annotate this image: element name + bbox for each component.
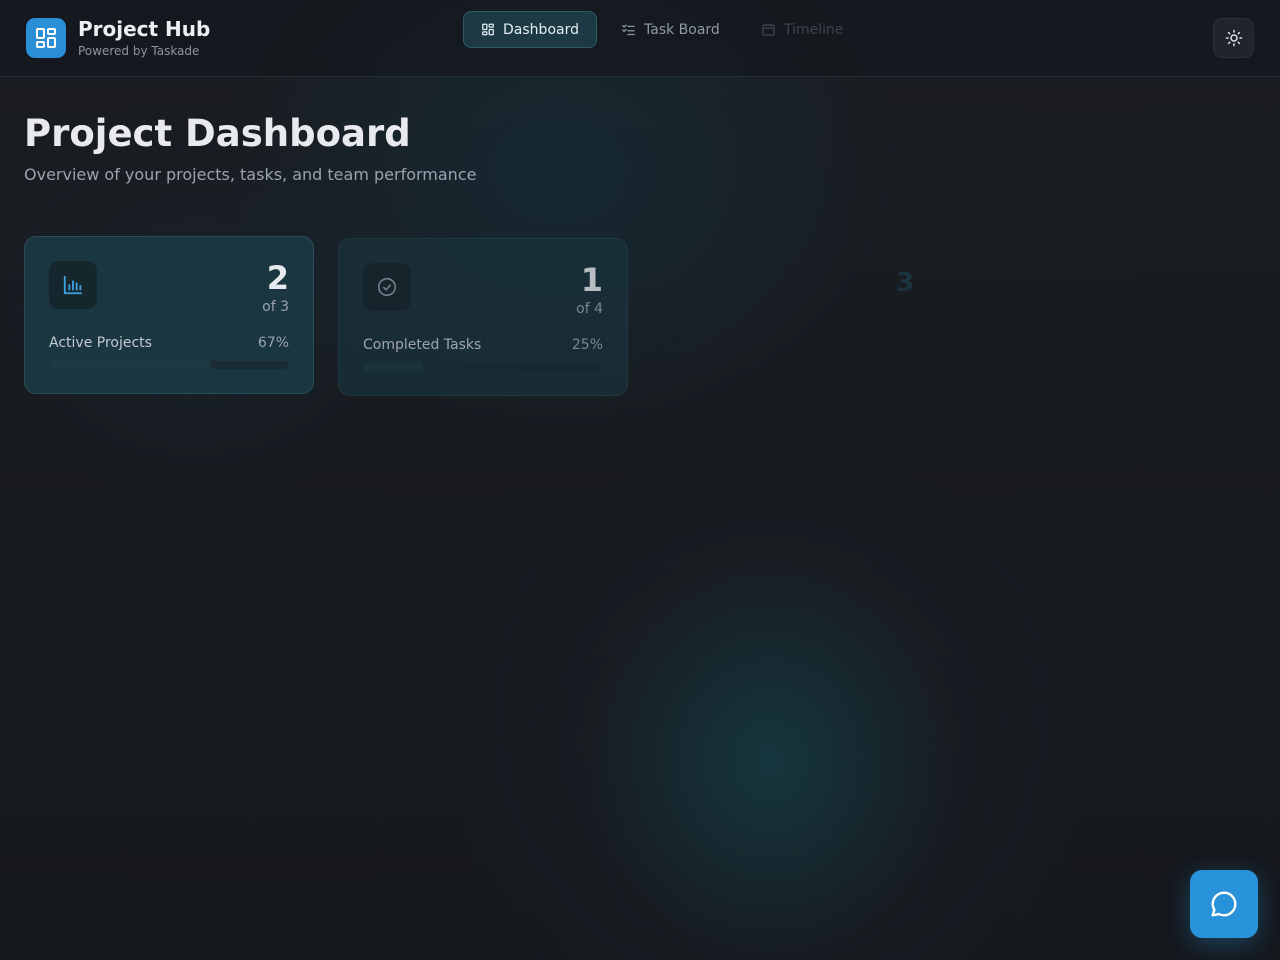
stat-progress-fill — [49, 361, 210, 369]
stat-total: of 4 — [576, 301, 603, 317]
chat-button[interactable] — [1190, 870, 1258, 938]
brand-title: Project Hub — [78, 17, 211, 41]
chat-bubble-icon — [1211, 891, 1237, 917]
tab-dashboard-label: Dashboard — [503, 21, 579, 38]
layout-grid-icon — [36, 28, 56, 48]
tab-task-board[interactable]: Task Board — [604, 11, 737, 48]
brand-subtitle: Powered by Taskade — [78, 44, 200, 58]
stat-total: of 3 — [262, 299, 289, 315]
checklist-icon — [622, 24, 635, 36]
stat-card-completed-tasks[interactable]: 1 of 4 Completed Tasks 25% — [338, 238, 628, 396]
stat-value: 2 — [266, 259, 289, 297]
sun-icon — [1225, 29, 1242, 47]
top-navbar: Project Hub Powered by Taskade Dashboard… — [0, 0, 1280, 77]
stat-value-loading: 3 — [896, 268, 915, 298]
stat-label: Active Projects — [49, 335, 152, 351]
stat-card-active-projects[interactable]: 2 of 3 Active Projects 67% — [24, 236, 314, 394]
stat-icon-box — [49, 261, 97, 309]
calendar-icon — [762, 23, 775, 36]
tab-timeline-label: Timeline — [784, 21, 844, 38]
page-subtitle: Overview of your projects, tasks, and te… — [24, 165, 477, 184]
stat-value: 1 — [580, 261, 603, 299]
stat-label: Completed Tasks — [363, 337, 482, 353]
stat-progress-bar — [49, 361, 289, 369]
app-logo[interactable] — [26, 18, 66, 58]
theme-toggle-button[interactable] — [1213, 18, 1254, 58]
tab-timeline[interactable]: Timeline — [744, 11, 861, 48]
check-circle-icon — [377, 277, 397, 297]
bar-chart-icon — [63, 275, 83, 295]
stat-progress-bar — [363, 363, 603, 371]
stat-percent: 67% — [257, 335, 289, 351]
stat-progress-fill — [363, 363, 423, 371]
page-title: Project Dashboard — [24, 112, 411, 155]
tab-task-board-label: Task Board — [644, 21, 720, 38]
grid-icon — [482, 23, 494, 36]
tab-dashboard[interactable]: Dashboard — [463, 11, 597, 48]
stat-percent: 25% — [571, 337, 603, 353]
stat-icon-box — [363, 263, 411, 311]
